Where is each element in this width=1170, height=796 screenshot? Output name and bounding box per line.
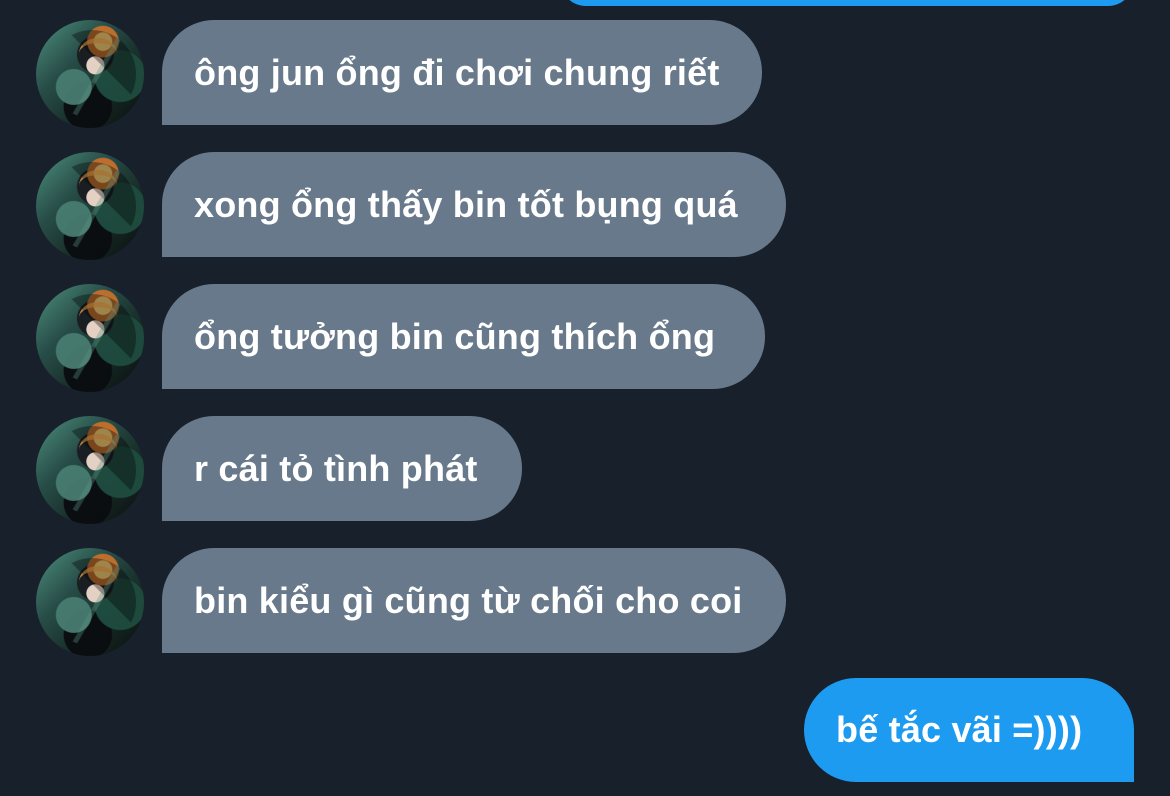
message-text: ông jun ổng đi chơi chung riết	[194, 51, 720, 93]
message-text: bế tắc vãi =))))	[836, 709, 1083, 750]
received-message-bubble[interactable]: ông jun ổng đi chơi chung riết	[162, 20, 762, 125]
received-message-row: ông jun ổng đi chơi chung riết	[36, 20, 763, 128]
message-text: xong ổng thấy bin tốt bụng quá	[194, 183, 738, 225]
sent-message-bubble[interactable]: bế tắc vãi =))))	[804, 678, 1134, 782]
direct-message-thread: ông jun ổng đi chơi chung riết xong ổng …	[0, 0, 1170, 796]
received-message-row: ổng tưởng bin cũng thích ổng	[36, 284, 766, 392]
previous-sent-message-bubble[interactable]	[560, 0, 1134, 6]
profile-avatar[interactable]	[36, 416, 144, 524]
received-message-row: bin kiểu gì cũng từ chối cho coi	[36, 548, 788, 656]
message-text: bin kiểu gì cũng từ chối cho coi	[194, 579, 743, 621]
received-message-bubble[interactable]: r cái tỏ tình phát	[162, 416, 522, 521]
profile-avatar[interactable]	[36, 152, 144, 260]
received-message-row: r cái tỏ tình phát	[36, 416, 522, 524]
received-message-bubble[interactable]: ổng tưởng bin cũng thích ổng	[162, 284, 765, 389]
received-message-row: xong ổng thấy bin tốt bụng quá	[36, 152, 788, 260]
received-message-bubble[interactable]: xong ổng thấy bin tốt bụng quá	[162, 152, 786, 257]
profile-avatar[interactable]	[36, 20, 144, 128]
profile-avatar[interactable]	[36, 548, 144, 656]
message-text: ổng tưởng bin cũng thích ổng	[194, 315, 716, 357]
received-message-bubble[interactable]: bin kiểu gì cũng từ chối cho coi	[162, 548, 786, 653]
profile-avatar[interactable]	[36, 284, 144, 392]
message-text: r cái tỏ tình phát	[194, 447, 478, 489]
